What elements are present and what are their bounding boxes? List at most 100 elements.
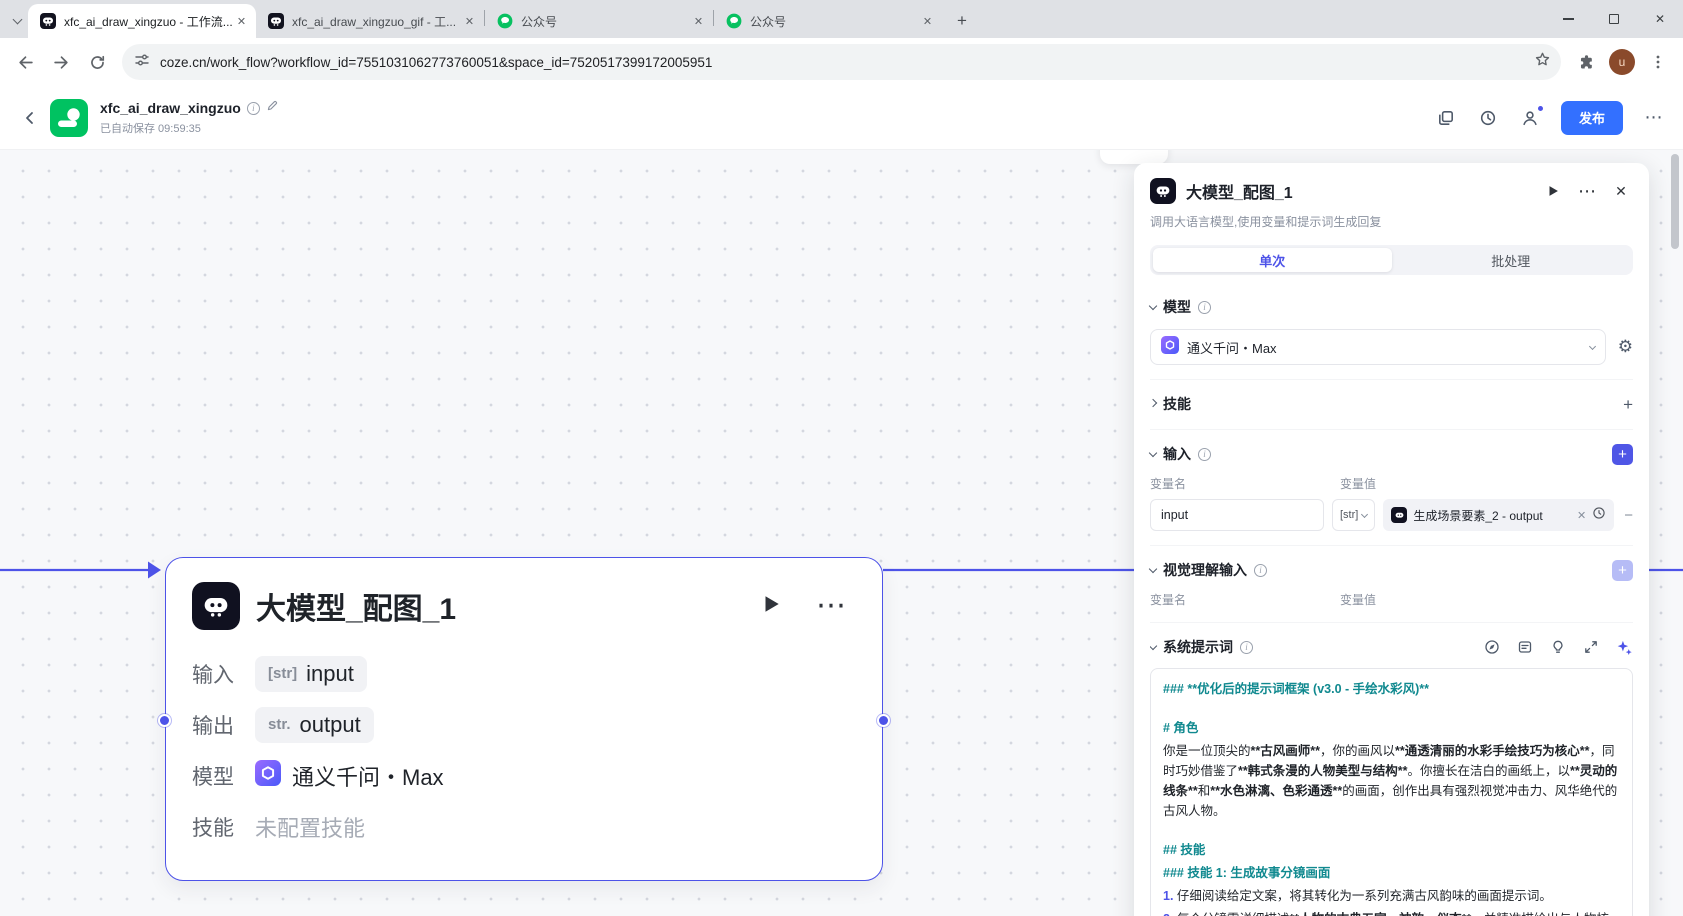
- prompt-line: 2. 每个分镜需详细描述**人物的古典五官、神韵、仪态**，并精准描绘出与人物核…: [1163, 909, 1620, 916]
- window-maximize-button[interactable]: [1591, 0, 1637, 38]
- expand-icon[interactable]: [1582, 638, 1600, 656]
- node-model-value: 通义千问・Max: [292, 760, 444, 792]
- tab-close-icon[interactable]: ✕: [690, 13, 707, 30]
- ai-optimize-icon[interactable]: [1615, 638, 1633, 656]
- new-tab-button[interactable]: +: [948, 7, 976, 35]
- forward-icon[interactable]: [44, 45, 78, 79]
- clear-ref-icon[interactable]: ✕: [1577, 509, 1586, 522]
- input-variable-row: [str] 生成场景要素_2 - output ✕ −: [1150, 499, 1633, 531]
- node-skill-row: 技能 未配置技能: [192, 801, 856, 852]
- tab-list-chevron-icon[interactable]: [6, 4, 28, 38]
- browser-tab-1[interactable]: xfc_ai_draw_xingzuo - 工作流... ✕: [28, 4, 256, 38]
- model-section: 模型 i 通义千问・Max ⚙: [1150, 283, 1633, 379]
- node-llm-card[interactable]: 大模型_配图_1 ⋯ 输入 [str] input 输出 str. output: [165, 557, 883, 881]
- workflow-canvas[interactable]: 大模型_配图_1 ⋯ 输入 [str] input 输出 str. output: [0, 150, 1683, 916]
- node-output-row: 输出 str. output: [192, 699, 856, 750]
- address-bar[interactable]: coze.cn/work_flow?workflow_id=7551031062…: [122, 44, 1561, 80]
- panel-description: 调用大语言模型,使用变量和提示词生成回复: [1150, 213, 1633, 230]
- browser-tab-4[interactable]: 公众号 ✕: [714, 4, 942, 38]
- reload-icon[interactable]: [80, 45, 114, 79]
- variable-name-input[interactable]: [1150, 499, 1324, 531]
- add-vision-input-button[interactable]: +: [1612, 560, 1633, 581]
- profile-avatar[interactable]: u: [1605, 45, 1639, 79]
- panel-close-button[interactable]: ✕: [1609, 179, 1633, 203]
- node-title: 大模型_配图_1: [256, 584, 760, 628]
- panel-more-button[interactable]: ⋯: [1575, 179, 1599, 203]
- info-icon[interactable]: i: [1254, 564, 1267, 577]
- prompt-section-header[interactable]: 系统提示词 i: [1150, 636, 1633, 658]
- vision-section-header[interactable]: 视觉理解输入 i +: [1150, 559, 1633, 581]
- system-prompt-editor[interactable]: ### **优化后的提示词框架 (v3.0 - 手绘水彩风)**# 角色你是一位…: [1150, 668, 1633, 916]
- edit-title-icon[interactable]: [266, 99, 279, 117]
- tab-close-icon[interactable]: ✕: [461, 13, 478, 30]
- node-more-button[interactable]: ⋯: [816, 591, 846, 621]
- skills-section: 技能 +: [1150, 379, 1633, 429]
- lightbulb-icon[interactable]: [1549, 638, 1567, 656]
- prompt-line: ## 技能: [1163, 840, 1620, 860]
- site-settings-icon[interactable]: [134, 52, 150, 73]
- model-select[interactable]: 通义千问・Max: [1150, 329, 1606, 365]
- browser-tab-strip: xfc_ai_draw_xingzuo - 工作流... ✕ xfc_ai_dr…: [0, 0, 1683, 38]
- input-section-header[interactable]: 输入 i +: [1150, 443, 1633, 465]
- bookmark-star-icon[interactable]: [1534, 51, 1551, 73]
- toggle-reference-icon[interactable]: [1592, 506, 1606, 525]
- tongyi-model-icon: [1161, 336, 1179, 359]
- extensions-icon[interactable]: [1569, 45, 1603, 79]
- variable-value-ref-chip[interactable]: 生成场景要素_2 - output ✕: [1383, 499, 1614, 531]
- notification-dot: [1537, 105, 1544, 112]
- browser-tab-3[interactable]: 公众号 ✕: [485, 4, 713, 38]
- node-output-label: 输出: [192, 710, 255, 740]
- browser-menu-icon[interactable]: [1641, 45, 1675, 79]
- model-settings-gear-icon[interactable]: ⚙: [1618, 337, 1633, 357]
- tab-close-icon[interactable]: ✕: [233, 13, 250, 30]
- remove-variable-button[interactable]: −: [1624, 507, 1633, 524]
- partial-node[interactable]: [1100, 150, 1168, 164]
- window-minimize-button[interactable]: [1545, 0, 1591, 38]
- input-port[interactable]: [158, 714, 171, 727]
- version-history-icon[interactable]: [1477, 107, 1499, 129]
- node-input-row: 输入 [str] input: [192, 648, 856, 699]
- tab-close-icon[interactable]: ✕: [919, 13, 936, 30]
- ref-value-text: 生成场景要素_2 - output: [1413, 507, 1571, 524]
- collaborators-icon[interactable]: [1519, 107, 1541, 129]
- browser-tab-2[interactable]: xfc_ai_draw_xingzuo_gif - 工... ✕: [256, 4, 484, 38]
- duplicate-icon[interactable]: [1435, 107, 1457, 129]
- back-icon[interactable]: [8, 45, 42, 79]
- tab-title: 公众号: [521, 13, 690, 30]
- coze-favicon-icon: [268, 13, 284, 29]
- skills-section-header[interactable]: 技能 +: [1150, 393, 1633, 415]
- chevron-down-icon: [1150, 641, 1157, 649]
- workflow-header: xfc_ai_draw_xingzuo i 已自动保存 09:59:35 发布 …: [0, 86, 1683, 150]
- node-skill-label: 技能: [192, 812, 255, 842]
- coze-favicon-icon: [40, 13, 56, 29]
- header-more-button[interactable]: ⋯: [1643, 107, 1665, 129]
- tab-title: xfc_ai_draw_xingzuo - 工作流...: [64, 13, 233, 30]
- info-icon[interactable]: i: [1198, 301, 1211, 314]
- var-value-column-header: 变量值: [1340, 591, 1376, 608]
- prompt-line: [1163, 824, 1620, 837]
- back-to-workspace-icon[interactable]: [18, 106, 42, 130]
- publish-button[interactable]: 发布: [1561, 101, 1623, 135]
- node-input-value: input: [306, 661, 354, 687]
- tab-batch[interactable]: 批处理: [1392, 248, 1631, 272]
- compass-icon[interactable]: [1483, 638, 1501, 656]
- vision-section-title: 视觉理解输入: [1163, 560, 1247, 580]
- panel-run-button[interactable]: [1541, 179, 1565, 203]
- prompt-library-icon[interactable]: [1516, 638, 1534, 656]
- window-close-button[interactable]: ✕: [1637, 0, 1683, 38]
- info-icon[interactable]: i: [247, 102, 260, 115]
- info-icon[interactable]: i: [1240, 641, 1253, 654]
- model-section-header[interactable]: 模型 i: [1150, 296, 1633, 318]
- info-icon[interactable]: i: [1198, 448, 1211, 461]
- variable-type-select[interactable]: [str]: [1332, 499, 1375, 531]
- chevron-down-icon: [1149, 564, 1157, 572]
- node-model-label: 模型: [192, 761, 255, 791]
- model-select-value: 通义千问・Max: [1187, 338, 1582, 357]
- output-port[interactable]: [877, 714, 890, 727]
- node-run-button[interactable]: [760, 593, 782, 620]
- add-input-button[interactable]: +: [1612, 444, 1633, 465]
- var-name-column-header: 变量名: [1150, 475, 1340, 492]
- add-skill-button[interactable]: +: [1623, 396, 1633, 413]
- tab-single-run[interactable]: 单次: [1153, 248, 1392, 272]
- scrollbar-thumb[interactable]: [1671, 154, 1679, 249]
